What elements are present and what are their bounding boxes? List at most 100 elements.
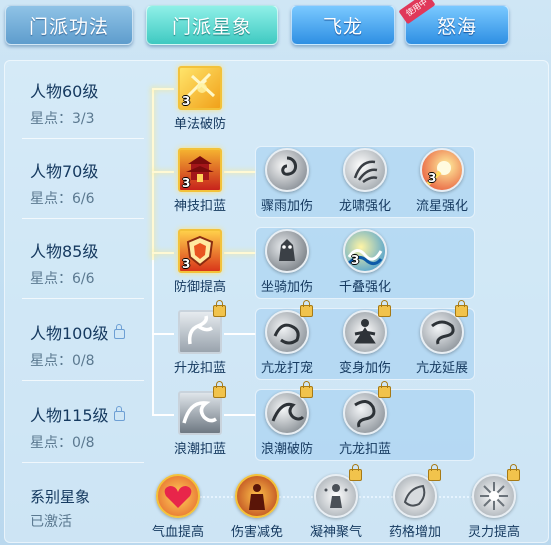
lock-icon — [300, 300, 313, 317]
series-row: 系别星象 已激活 — [30, 486, 90, 531]
lock-icon — [213, 381, 226, 398]
spirit-icon — [480, 482, 508, 510]
skill-name: 单法破防 — [173, 117, 226, 132]
skill-thousand-fold[interactable]: 3 千叠强化 — [329, 229, 401, 295]
potion-icon — [403, 484, 426, 507]
skill-single-magic-break[interactable]: 3 单法破防 — [164, 66, 236, 132]
skill-mount-damage[interactable]: 坐骑加伤 — [251, 229, 323, 295]
claw-icon — [353, 160, 378, 184]
series-hp-up[interactable]: 气血提高 — [142, 474, 214, 540]
skill-kanglong-extend[interactable]: 亢龙延展 — [406, 300, 478, 376]
meditate-icon — [354, 319, 376, 344]
tab-bar: 门派功法 门派星象 飞龙 使用中 怒海 — [0, 0, 551, 56]
series-title: 系别星象 — [30, 488, 91, 506]
row-stars: 星点：6/6 — [30, 271, 95, 287]
series-spirit-up[interactable]: 灵力提高 — [458, 464, 530, 540]
skill-name: 亢龙延展 — [415, 361, 468, 376]
row-level: 人物100级 — [30, 324, 109, 343]
tab-sect-stars[interactable]: 门派星象 — [146, 5, 278, 45]
in-use-badge: 使用中 — [398, 0, 436, 25]
series-status: 已激活 — [30, 514, 72, 530]
lock-icon — [113, 324, 125, 339]
series-focus[interactable]: 凝神聚气 — [300, 464, 372, 540]
focus-icon — [324, 484, 348, 508]
tab-nuhai-label: 怒海 — [436, 15, 477, 38]
dragon-coil-icon — [431, 320, 455, 345]
lock-icon — [300, 381, 313, 398]
skill-name: 防御提高 — [173, 280, 226, 295]
lock-icon — [378, 381, 391, 398]
skill-name: 龙啸强化 — [338, 199, 391, 214]
row-stars: 星点：6/6 — [30, 191, 95, 207]
skill-name: 伤害减免 — [230, 525, 283, 540]
divider — [22, 138, 144, 139]
lock-icon — [213, 300, 226, 317]
lock-icon — [113, 406, 125, 421]
row-stars: 星点：3/3 — [30, 111, 95, 127]
skill-name: 浪潮扣蓝 — [173, 442, 226, 457]
skill-name: 千叠强化 — [338, 280, 391, 295]
skill-name: 变身加伤 — [338, 361, 391, 376]
skill-tide-break[interactable]: 浪潮破防 — [251, 381, 323, 457]
skill-name: 亢龙扣蓝 — [338, 442, 391, 457]
series-damage-reduce[interactable]: 伤害减免 — [221, 474, 293, 540]
skill-defense-up[interactable]: 3 防御提高 — [164, 229, 236, 295]
level-count: 3 — [182, 176, 191, 190]
skill-name: 凝神聚气 — [309, 525, 362, 540]
tab-feilong[interactable]: 飞龙 — [291, 5, 395, 45]
skill-dragon-roar[interactable]: 龙啸强化 — [329, 148, 401, 214]
row-70: 人物70级 星点：6/6 — [30, 158, 98, 208]
row-85: 人物85级 星点：6/6 — [30, 238, 98, 288]
skill-name: 药格增加 — [388, 525, 441, 540]
lock-icon — [428, 464, 441, 481]
row-level: 人物115级 — [30, 406, 109, 425]
row-60: 人物60级 星点：3/3 — [30, 78, 98, 128]
wave-break-icon — [271, 402, 305, 422]
skill-rising-dragon[interactable]: 升龙扣蓝 — [164, 300, 236, 376]
skill-name: 神技扣蓝 — [173, 199, 226, 214]
skill-name: 浪潮破防 — [260, 442, 313, 457]
divider — [22, 380, 144, 381]
skill-name: 骤雨加伤 — [260, 199, 313, 214]
level-count: 3 — [351, 253, 360, 267]
divider — [22, 298, 144, 299]
series-potion[interactable]: 药格增加 — [379, 464, 451, 540]
row-stars: 星点：0/8 — [30, 353, 95, 369]
tree-connector — [152, 88, 154, 260]
level-count: 3 — [182, 257, 191, 271]
swirl-icon — [281, 156, 297, 176]
skill-name: 流星强化 — [415, 199, 468, 214]
skill-name: 坐骑加伤 — [260, 280, 313, 295]
lock-icon — [455, 300, 468, 317]
tab-nuhai[interactable]: 使用中 怒海 — [398, 0, 509, 45]
armor-icon — [249, 484, 265, 510]
lock-icon — [349, 464, 362, 481]
skill-divine-mana[interactable]: 3 神技扣蓝 — [164, 148, 236, 214]
skill-meteor[interactable]: 3 流星强化 — [406, 148, 478, 214]
skill-name: 气血提高 — [151, 525, 204, 540]
lock-icon — [378, 300, 391, 317]
heart-icon — [164, 486, 192, 508]
row-115: 人物115级 星点：0/8 — [30, 402, 125, 452]
skill-tide-mana[interactable]: 浪潮扣蓝 — [164, 381, 236, 457]
level-count: 3 — [182, 94, 191, 108]
row-level: 人物70级 — [30, 162, 99, 181]
tab-sect-skills[interactable]: 门派功法 — [5, 5, 133, 45]
divider — [22, 218, 144, 219]
tree-connector — [152, 260, 154, 416]
rising-dragon-icon — [187, 315, 213, 345]
beast-icon — [279, 239, 295, 261]
row-stars: 星点：0/8 — [30, 435, 95, 451]
skill-kanglong-mana[interactable]: 亢龙扣蓝 — [329, 381, 401, 457]
row-100: 人物100级 星点：0/8 — [30, 320, 125, 370]
row-level: 人物60级 — [30, 82, 99, 101]
skill-rain-damage[interactable]: 骤雨加伤 — [251, 148, 323, 214]
row-level: 人物85级 — [30, 242, 99, 261]
lock-icon — [507, 464, 520, 481]
skill-kanglong-pet[interactable]: 亢龙打宠 — [251, 300, 323, 376]
skill-name: 亢龙打宠 — [260, 361, 313, 376]
dragon-icon — [273, 323, 300, 345]
skill-transform-damage[interactable]: 变身加伤 — [329, 300, 401, 376]
star-panel — [4, 60, 549, 543]
dragon-mana-icon — [354, 400, 376, 428]
